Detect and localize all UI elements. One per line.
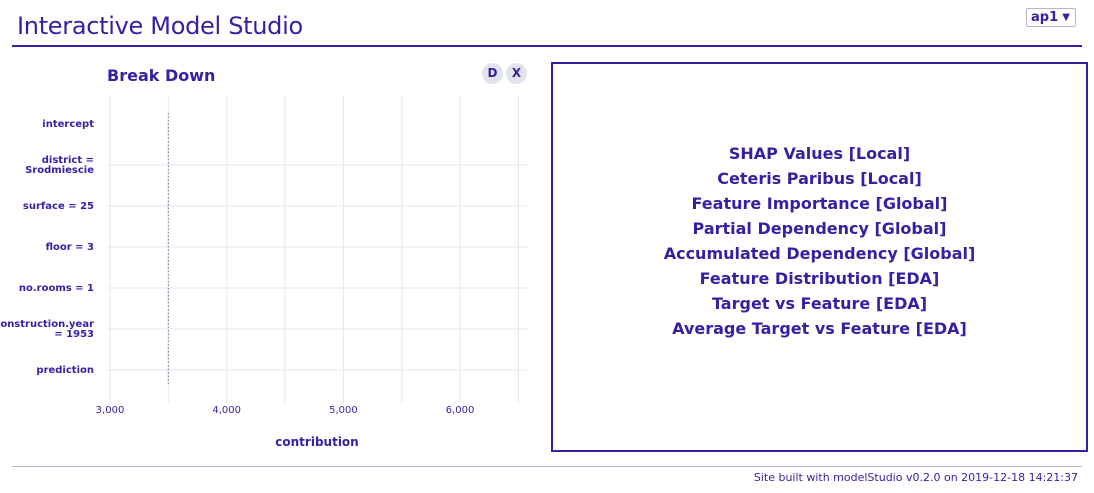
y-axis-label: intercept bbox=[42, 119, 94, 130]
x-tick-label: 5,000 bbox=[329, 405, 358, 416]
y-axis-label: prediction bbox=[36, 365, 94, 376]
x-tick-label: 4,000 bbox=[212, 405, 241, 416]
y-axis-label: surface = 25 bbox=[23, 201, 94, 212]
footer-text: Site built with modelStudio v0.2.0 on 20… bbox=[753, 471, 1078, 484]
plot-choice-item[interactable]: Feature Importance [Global] bbox=[553, 191, 1086, 216]
plot-choice-list: SHAP Values [Local] Ceteris Paribus [Loca… bbox=[553, 141, 1086, 341]
x-tick-label: 6,000 bbox=[446, 405, 475, 416]
y-axis-label: district = Srodmiescie bbox=[25, 155, 94, 176]
plot-choice-item[interactable]: Average Target vs Feature [EDA] bbox=[553, 316, 1086, 341]
x-axis-title: contribution bbox=[275, 435, 358, 449]
break-down-chart: intercept district = Srodmiescie surface = … bbox=[0, 96, 527, 449]
observation-select[interactable]: ap1 ▼ bbox=[1026, 8, 1076, 27]
plot-choice-item[interactable]: Target vs Feature [EDA] bbox=[553, 291, 1086, 316]
header-divider bbox=[12, 45, 1082, 47]
plot-choice-item[interactable]: SHAP Values [Local] bbox=[553, 141, 1086, 166]
chevron-down-icon: ▼ bbox=[1062, 12, 1070, 23]
plot-choice-item[interactable]: Feature Distribution [EDA] bbox=[553, 266, 1086, 291]
y-axis-label: construction.year = 1953 bbox=[0, 319, 94, 340]
x-tick-label: 3,000 bbox=[96, 405, 125, 416]
page-title: Interactive Model Studio bbox=[17, 12, 303, 40]
footer-divider bbox=[12, 466, 1082, 467]
plot-choice-item[interactable]: Partial Dependency [Global] bbox=[553, 216, 1086, 241]
y-axis-label: no.rooms = 1 bbox=[19, 283, 94, 294]
observation-select-value: ap1 bbox=[1031, 10, 1059, 25]
y-axis-label: floor = 3 bbox=[46, 242, 94, 253]
break-down-panel: Break Down D X intercept district = Srodmi… bbox=[0, 58, 540, 458]
plot-choice-item[interactable]: Accumulated Dependency [Global] bbox=[553, 241, 1086, 266]
plot-choice-panel: SHAP Values [Local] Ceteris Paribus [Loca… bbox=[551, 62, 1088, 452]
plot-choice-item[interactable]: Ceteris Paribus [Local] bbox=[553, 166, 1086, 191]
